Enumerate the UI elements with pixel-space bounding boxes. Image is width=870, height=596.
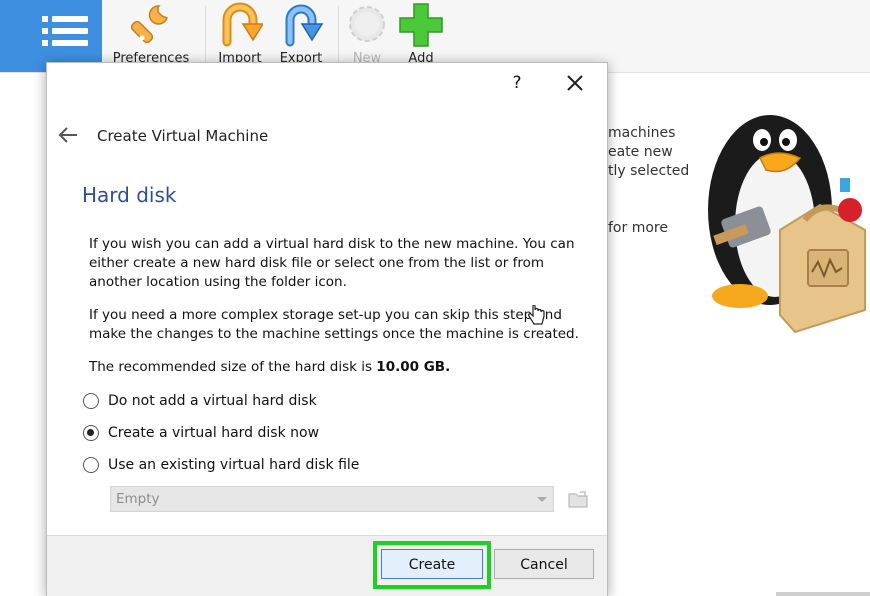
select-value: Empty bbox=[116, 491, 160, 507]
page-title: Hard disk bbox=[82, 183, 177, 207]
welcome-text: machines eate new tly selected for more bbox=[608, 124, 689, 238]
wizard-title: Create Virtual Machine bbox=[97, 127, 269, 145]
recommended-size-prefix: The recommended size of the hard disk is bbox=[89, 359, 377, 375]
radio-no-disk[interactable]: Do not add a virtual hard disk bbox=[83, 390, 317, 412]
export-arrow-icon bbox=[285, 4, 324, 47]
bottom-edge-strip bbox=[776, 592, 870, 596]
welcome-line: for more bbox=[608, 220, 668, 236]
cancel-button[interactable]: Cancel bbox=[494, 549, 594, 579]
list-menu-icon bbox=[52, 16, 88, 52]
create-vm-dialog: ? Create Virtual Machine Hard disk If yo… bbox=[46, 62, 608, 596]
radio-button[interactable] bbox=[83, 393, 99, 409]
hand-cursor-icon bbox=[528, 305, 545, 325]
welcome-line: tly selected bbox=[608, 163, 690, 179]
welcome-line: eate new bbox=[608, 144, 673, 160]
recommended-size-text: The recommended size of the hard disk is… bbox=[89, 358, 593, 377]
radio-button-selected[interactable] bbox=[83, 425, 99, 441]
radio-label: Do not add a virtual hard disk bbox=[108, 393, 317, 409]
welcome-line: machines bbox=[608, 125, 676, 141]
existing-disk-select[interactable]: Empty bbox=[110, 486, 554, 512]
plus-icon bbox=[399, 3, 443, 47]
wrench-icon bbox=[130, 5, 168, 44]
description-paragraph: If you wish you can add a virtual hard d… bbox=[89, 236, 575, 290]
radio-label: Create a virtual hard disk now bbox=[108, 425, 320, 441]
back-arrow-icon[interactable] bbox=[57, 125, 79, 145]
close-icon[interactable] bbox=[563, 71, 587, 95]
recommended-size-value: 10.00 GB. bbox=[376, 359, 451, 375]
chevron-down-icon bbox=[537, 497, 547, 502]
radio-create-disk[interactable]: Create a virtual hard disk now bbox=[83, 422, 319, 444]
radio-existing-disk[interactable]: Use an existing virtual hard disk file bbox=[83, 454, 359, 476]
radio-label: Use an existing virtual hard disk file bbox=[108, 457, 360, 473]
radio-button[interactable] bbox=[83, 457, 99, 473]
penguin-mascot-image bbox=[708, 115, 866, 334]
create-button[interactable]: Create bbox=[381, 549, 483, 579]
storage-hint-paragraph: If you need a more complex storage set-u… bbox=[89, 307, 579, 342]
folder-icon[interactable] bbox=[567, 488, 589, 510]
help-button[interactable]: ? bbox=[505, 71, 529, 95]
